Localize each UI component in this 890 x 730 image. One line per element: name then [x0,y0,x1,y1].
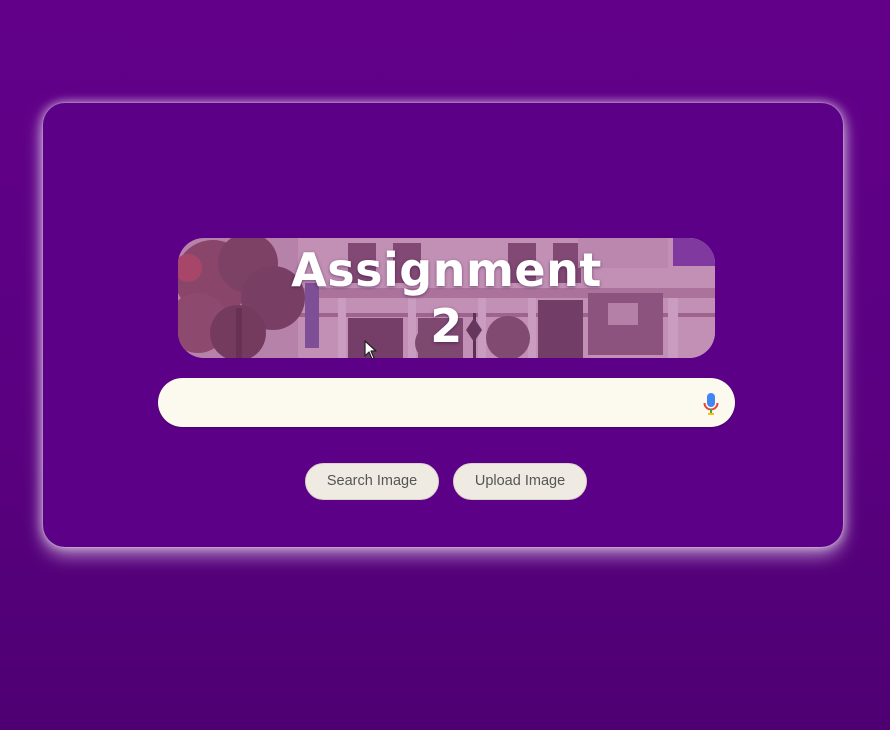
microphone-icon[interactable] [702,392,720,416]
banner-image: Assignment 2 [178,238,715,358]
banner-title: Assignment 2 [178,242,715,354]
banner-title-line2: 2 [430,299,463,353]
search-bar[interactable] [158,378,735,429]
upload-image-button[interactable]: Upload Image [453,463,587,500]
search-image-button[interactable]: Search Image [305,463,439,500]
search-input[interactable] [178,378,692,429]
banner-title-line1: Assignment [291,243,602,297]
mouse-cursor-icon [364,340,377,360]
